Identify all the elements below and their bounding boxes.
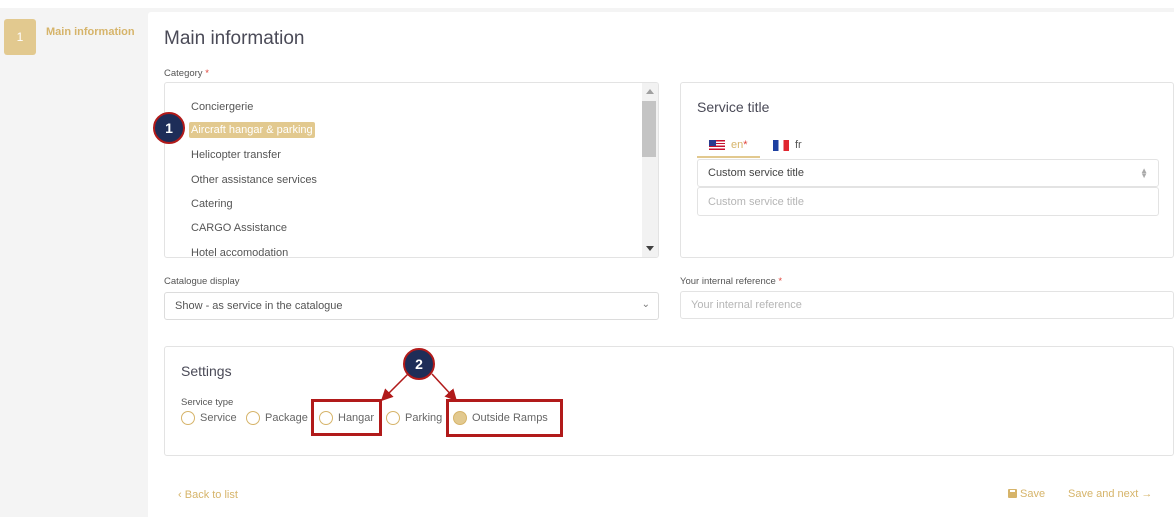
lang-en-label: en	[731, 139, 744, 151]
catalogue-display-select[interactable]: Show - as service in the catalogue ⌄	[164, 292, 659, 320]
radio-circle-icon[interactable]	[181, 411, 195, 425]
required-mark: *	[205, 68, 209, 79]
save-button[interactable]: Save	[1008, 488, 1045, 500]
tab-lang-en[interactable]: en*	[697, 139, 760, 158]
radio-package[interactable]: Package	[246, 411, 308, 425]
category-option[interactable]: Hotel accomodation	[191, 245, 288, 257]
internal-reference-input[interactable]	[680, 291, 1174, 319]
scroll-down-icon[interactable]	[646, 246, 654, 251]
radio-circle-icon[interactable]	[386, 411, 400, 425]
step-label-main-information[interactable]: Main information	[46, 26, 135, 38]
category-option[interactable]: CARGO Assistance	[191, 220, 287, 236]
chevron-down-icon: ⌄	[641, 299, 650, 310]
arrow-right-icon: →	[1141, 488, 1153, 500]
category-label: Category *	[164, 68, 209, 79]
settings-heading: Settings	[181, 363, 232, 379]
save-label: Save	[1020, 488, 1046, 500]
chevron-left-icon: ‹	[178, 489, 182, 501]
main-panel: Main information Category * Conciergerie…	[148, 12, 1174, 517]
service-title-card: Service title en* fr Custom service titl…	[680, 82, 1174, 258]
category-option[interactable]: Catering	[191, 196, 233, 212]
radio-service[interactable]: Service	[181, 411, 237, 425]
category-label-text: Category	[164, 68, 203, 79]
service-title-select-value: Custom service title	[708, 167, 804, 179]
radio-label: Service	[200, 412, 237, 424]
radio-parking[interactable]: Parking	[386, 411, 442, 425]
tab-lang-fr[interactable]: fr	[773, 139, 802, 156]
service-title-heading: Service title	[697, 99, 770, 115]
annotation-badge: 1	[153, 112, 185, 144]
radio-label: Package	[265, 412, 308, 424]
custom-service-title-input[interactable]	[697, 187, 1159, 216]
scrollbar-thumb[interactable]	[642, 101, 656, 157]
required-mark: *	[778, 276, 783, 287]
page-title: Main information	[164, 28, 305, 49]
back-to-list-link[interactable]: ‹ Back to list	[178, 489, 238, 501]
category-option-selected[interactable]: Aircraft hangar & parking	[189, 122, 315, 138]
scroll-up-icon[interactable]	[646, 89, 654, 94]
internal-reference-label-text: Your internal reference	[680, 276, 776, 287]
radio-circle-icon[interactable]	[246, 411, 260, 425]
service-title-select[interactable]: Custom service title ▲ ▼	[697, 159, 1159, 187]
annotation-box-hangar	[311, 399, 382, 436]
step-number[interactable]: 1	[4, 19, 36, 55]
category-option[interactable]: Conciergerie	[191, 99, 253, 115]
category-option[interactable]: Helicopter transfer	[191, 147, 281, 163]
sort-arrows-icon: ▲ ▼	[1140, 166, 1148, 180]
save-and-next-label: Save and next	[1068, 488, 1139, 500]
top-strip	[0, 0, 1174, 8]
annotation-box-outside-ramps	[446, 399, 563, 437]
required-mark: *	[743, 139, 748, 151]
save-and-next-button[interactable]: Save and next →	[1068, 488, 1152, 500]
annotation-badge: 2	[403, 348, 435, 380]
service-type-label: Service type	[181, 397, 234, 408]
catalogue-display-value: Show - as service in the catalogue	[175, 300, 343, 312]
category-listbox[interactable]: Conciergerie Aircraft hangar & parking H…	[164, 82, 659, 258]
fr-flag-icon	[773, 139, 789, 151]
internal-reference-label: Your internal reference *	[680, 276, 782, 287]
category-option[interactable]: Other assistance services	[191, 172, 317, 188]
radio-label: Parking	[405, 412, 443, 424]
back-to-list-label: Back to list	[184, 489, 238, 501]
stepper: 1 Main information	[0, 8, 148, 517]
catalogue-display-label: Catalogue display	[164, 276, 240, 287]
us-flag-icon	[709, 139, 725, 151]
lang-fr-label: fr	[795, 139, 802, 151]
save-disk-icon	[1008, 489, 1017, 498]
category-scrollbar[interactable]	[642, 83, 658, 257]
